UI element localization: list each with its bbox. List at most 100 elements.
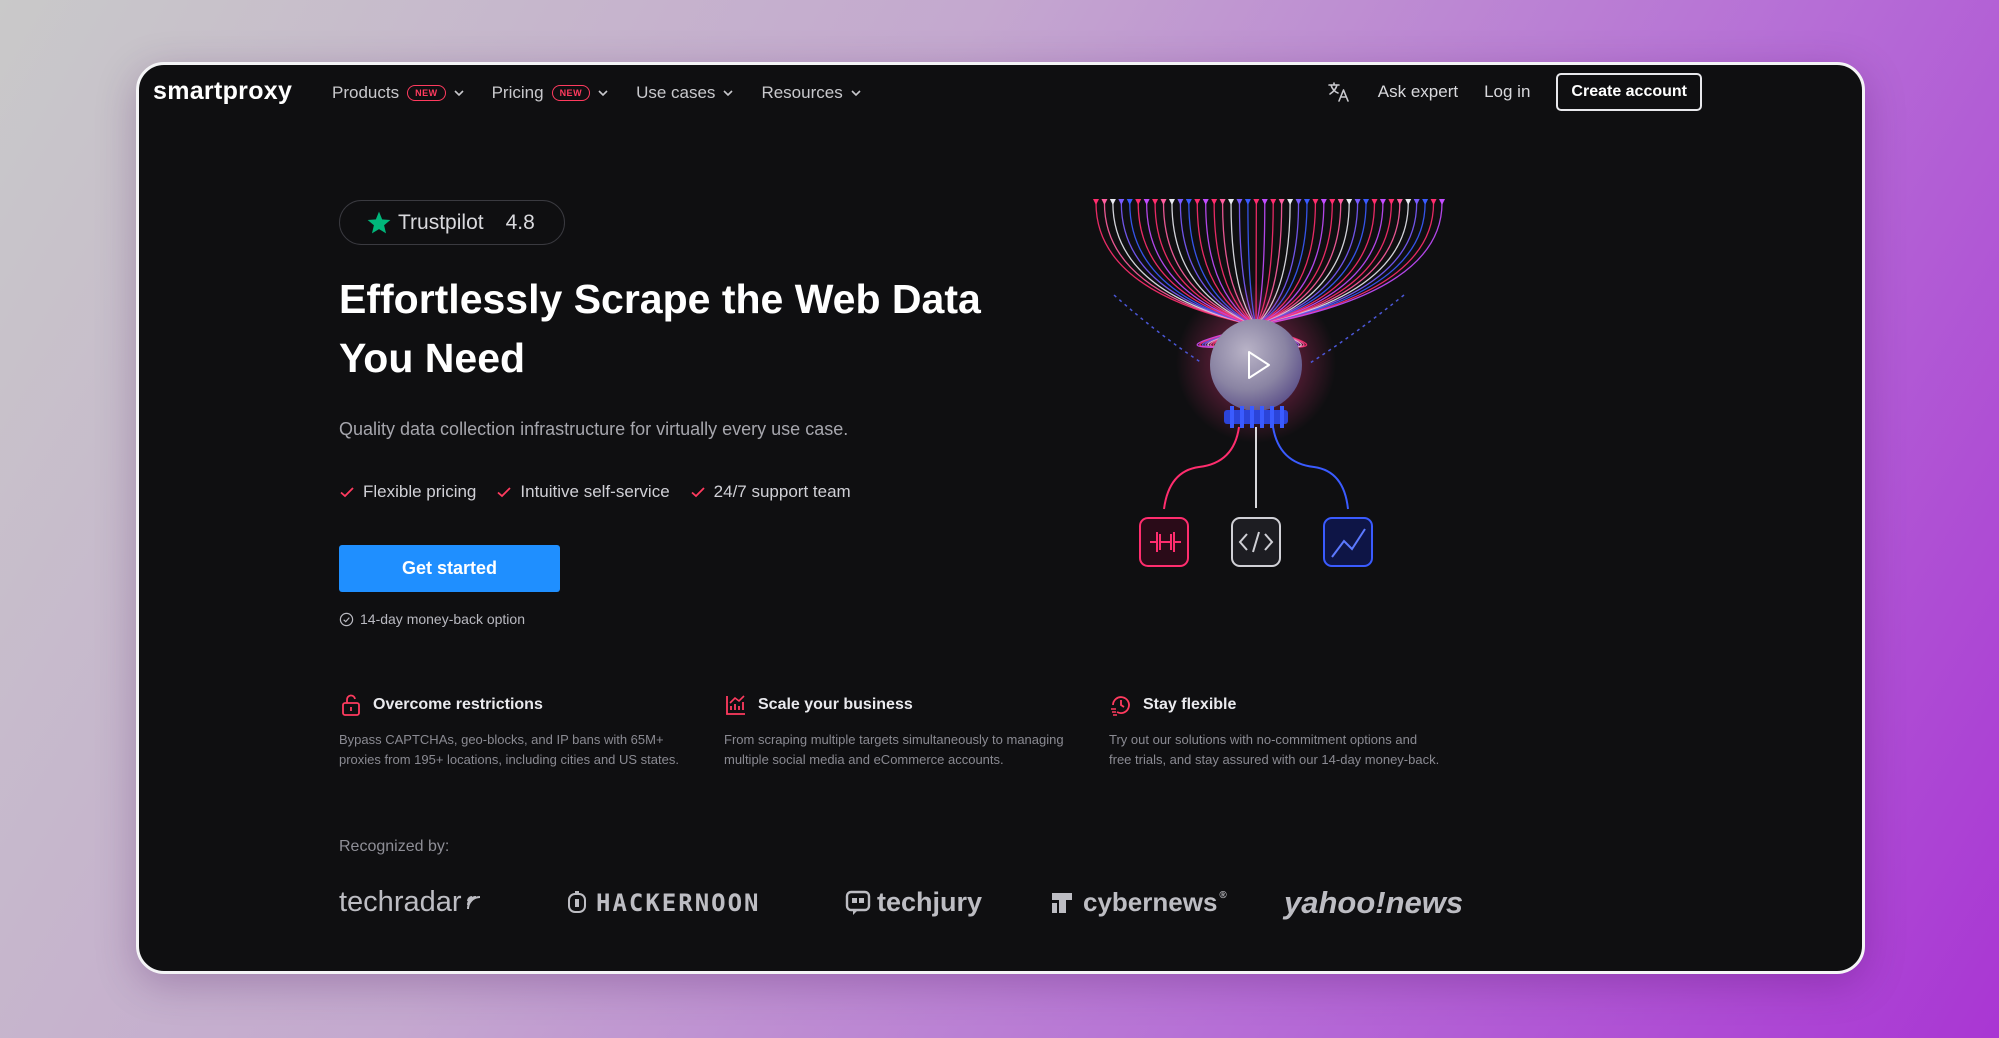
funnel-arrowhead [1278,199,1285,205]
cybernews-wordmark: cybernews [1083,887,1218,917]
data-funnel-illustration [1093,199,1445,567]
techradar-wordmark: techradar [339,886,462,918]
chevron-down-icon [851,90,861,97]
benefit-desc-line: free trials, and stay assured with our 1… [1109,752,1440,767]
moneyback-text: 14-day money-back option [360,611,525,627]
feature-label: 24/7 support team [713,482,851,501]
funnel-arrowhead [1244,199,1251,205]
chevron-down-icon [454,90,464,97]
funnel-arrowhead [1346,199,1353,205]
benefit-desc-line: multiple social media and eCommerce acco… [724,752,1004,767]
benefit-title: Overcome restrictions [373,696,543,713]
funnel-arrowhead [1287,199,1294,205]
funnel-arrowhead [1236,199,1243,205]
funnel-arrowhead [1354,199,1361,205]
registered-mark: ® [1219,890,1227,901]
funnel-arrowhead [1379,199,1386,205]
funnel-arrowhead [1320,199,1327,205]
check-icon [497,487,512,498]
funnel-arrowhead [1126,199,1133,205]
funnel-arrowhead [1152,199,1159,205]
funnel-arrowhead [1160,199,1167,205]
funnel-arrowhead [1295,199,1302,205]
smartproxy-logo[interactable]: smartproxy [153,77,292,106]
connector-right [1272,426,1349,510]
funnel-arrowhead [1388,199,1395,205]
funnel-arrowhead [1143,199,1150,205]
headline-line-1: Effortlessly Scrape the Web Data [339,276,981,322]
benefit-desc-line: Bypass CAPTCHAs, geo-blocks, and IP bans… [339,732,664,747]
main-menu: Products NEW Pricing NEW Use cases Resou… [332,83,863,103]
create-account-button[interactable]: Create account [1556,73,1702,111]
chevron-down-icon [598,90,608,97]
hackernoon-logo[interactable]: HACKERNOON [564,880,761,925]
funnel-arrowhead [1202,199,1209,205]
yahoo-news-logo[interactable]: yahoo!news [1284,880,1463,925]
funnel-arrowhead [1101,199,1108,205]
menu-item-use-cases[interactable]: Use cases [636,83,735,103]
trustpilot-badge[interactable]: Trustpilot 4.8 [339,200,565,245]
funnel-arrowhead [1430,199,1437,205]
benefit-desc-line: proxies from 195+ locations, including c… [339,752,679,767]
funnel-arrowhead [1312,199,1319,205]
check-circle-icon [339,612,354,626]
techradar-logo[interactable]: techradar [339,880,484,925]
code-node-icon [1231,517,1281,567]
funnel-arrowhead [1270,199,1277,205]
moneyback-note: 14-day money-back option [339,611,525,627]
funnel-arrowhead [1168,199,1175,205]
chevron-down-icon [723,90,734,97]
yahoo-news-wordmark: yahoo!news [1284,884,1464,920]
new-badge: NEW [551,85,591,101]
benefit-desc-line: Try out our solutions with no-commitment… [1109,732,1418,747]
funnel-arrowhead [1118,199,1125,205]
techjury-logo[interactable]: techjury [844,880,982,925]
analytics-node-icon [1323,517,1373,567]
funnel-arrowhead [1185,199,1192,205]
funnel-arrowhead [1439,199,1445,205]
funnel-arrowhead [1211,199,1218,205]
feature-item: Intuitive self-service [496,482,670,502]
headline-line-2: You Need [339,335,526,381]
funnel-arrowhead [1109,199,1116,205]
funnel-arrowhead [1337,199,1344,205]
menu-item-products[interactable]: Products NEW [332,83,466,103]
feature-item: 24/7 support team [690,482,851,502]
benefits-section: Overcome restrictions Bypass CAPTCHAs, g… [339,693,1479,783]
funnel-arrowhead [1363,199,1370,205]
play-orb[interactable] [1210,319,1302,411]
ask-expert-link[interactable]: Ask expert [1378,82,1458,102]
funnel-arrowhead [1405,199,1412,205]
translate-icon[interactable] [1326,79,1352,105]
funnel-arrowhead [1422,199,1429,205]
funnel-arrowhead [1396,199,1403,205]
menu-item-resources[interactable]: Resources [761,83,862,103]
trustpilot-rating: 4.8 [505,210,535,234]
funnel-arrowhead [1194,199,1201,205]
new-badge: NEW [407,85,446,101]
benefit-overcome-restrictions: Overcome restrictions Bypass CAPTCHAs, g… [339,693,699,770]
recognized-label: Recognized by: [339,838,450,855]
clock-icon [1111,696,1130,716]
hero-subheadline: Quality data collection infrastructure f… [339,419,849,439]
menu-item-label: Pricing [491,83,544,102]
funnel-arrowhead [1329,199,1336,205]
menu-item-pricing[interactable]: Pricing NEW [492,83,610,103]
chart-icon [726,695,745,715]
feature-item: Flexible pricing [339,482,476,502]
menu-item-label: Resources [761,83,843,102]
login-link[interactable]: Log in [1484,82,1530,102]
benefit-title: Stay flexible [1143,696,1237,713]
trustpilot-star-icon [367,211,391,233]
top-nav: smartproxy Products NEW Pricing NEW Use … [139,65,1862,131]
cybernews-icon [1052,892,1072,913]
funnel-arrowhead [1093,199,1099,205]
funnel-arrowhead [1228,199,1235,205]
get-started-button[interactable]: Get started [339,545,560,592]
press-logos: techradar HACKERNOON techjury cybernews … [339,880,1499,925]
cybernews-logo[interactable]: cybernews ® [1049,880,1227,925]
wifi-icon [466,895,480,909]
hackernoon-wordmark: HACKERNOON [596,888,761,917]
benefit-desc-line: From scraping multiple targets simultane… [724,732,1064,747]
funnel-arrowhead [1303,199,1310,205]
